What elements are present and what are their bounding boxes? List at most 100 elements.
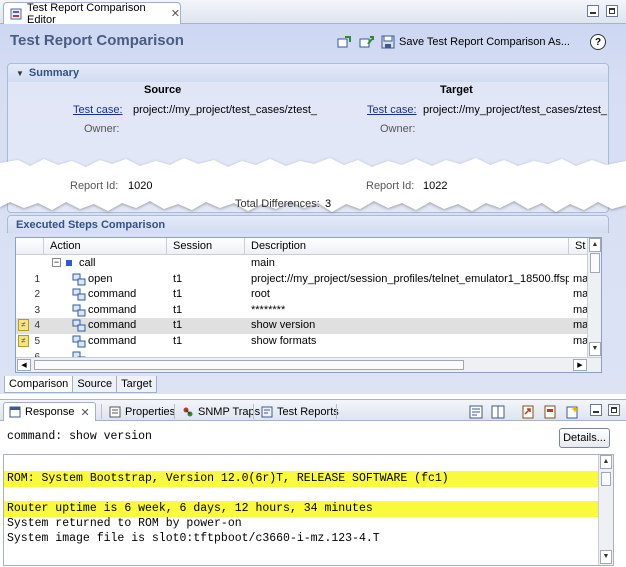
- column-header-description[interactable]: Description: [245, 238, 569, 255]
- tab-test-reports-label: Test Reports: [277, 405, 339, 418]
- step-session: t1: [173, 288, 183, 301]
- word-wrap-icon[interactable]: [468, 404, 484, 420]
- source-heading: Source: [144, 84, 182, 96]
- scroll-up-icon[interactable]: ▲: [600, 455, 612, 469]
- call-block-icon: [66, 260, 72, 266]
- console-icon: [9, 406, 21, 418]
- test-reports-icon: [261, 406, 273, 417]
- horizontal-scrollbar[interactable]: ◀ ▶: [16, 357, 601, 372]
- previous-difference-icon[interactable]: [336, 34, 352, 50]
- source-test-case-value: project://my_project/test_cases/ztest_: [133, 104, 318, 116]
- table-row[interactable]: ≠ 4 command t1 show version ma: [16, 318, 589, 334]
- table-row[interactable]: 3 command t1 ******** ma: [16, 303, 589, 319]
- step-action: command: [88, 319, 137, 332]
- step-session: t1: [173, 335, 183, 347]
- properties-icon: [109, 406, 121, 417]
- table-row[interactable]: ≠ 5 command t1 show formats ma: [16, 334, 589, 350]
- step-action: command: [88, 303, 137, 316]
- source-report-id-label: Report Id:: [70, 180, 119, 192]
- maximize-button[interactable]: [606, 5, 618, 17]
- tab-target[interactable]: Target: [116, 376, 157, 393]
- split-view-icon[interactable]: [490, 404, 506, 420]
- details-button[interactable]: Details...: [559, 428, 610, 448]
- scroll-right-icon[interactable]: ▶: [573, 359, 587, 371]
- export-response-icon[interactable]: [520, 404, 536, 420]
- row-number: 2: [34, 289, 40, 301]
- total-differences-value: 3: [325, 198, 332, 210]
- table-header: Action Session Description St: [16, 238, 589, 255]
- step-session: t1: [173, 319, 183, 332]
- tab-source[interactable]: Source: [72, 376, 118, 393]
- summary-title: Summary: [28, 67, 80, 79]
- editor-tab-bar: Test Report Comparison Editor ✕: [0, 0, 626, 26]
- page-title: Test Report Comparison: [10, 32, 184, 49]
- source-report-id-value: 1020: [128, 180, 153, 192]
- editor-tab-label: Test Report Comparison Editor: [27, 1, 146, 26]
- vertical-scrollbar[interactable]: ▲ ▼: [587, 238, 601, 358]
- column-header-session[interactable]: Session: [167, 238, 245, 255]
- step-description: root: [251, 288, 270, 301]
- save-as-label: Save Test Report Comparison As...: [399, 36, 570, 48]
- response-command: command: show version: [7, 430, 152, 443]
- output-line: ROM: System Bootstrap, Version 12.0(6r)T…: [4, 471, 600, 487]
- close-icon[interactable]: ✕: [81, 406, 90, 419]
- minimize-button[interactable]: [587, 5, 599, 17]
- column-header-status[interactable]: St: [569, 238, 589, 255]
- editor-page-tabs: Comparison Source Target: [4, 376, 157, 393]
- step-action: command: [88, 335, 137, 347]
- steps-section: Executed Steps Comparison Action Session…: [7, 215, 609, 375]
- scroll-thumb[interactable]: [590, 253, 600, 273]
- collapse-toggle-icon[interactable]: −: [52, 258, 61, 267]
- new-response-icon[interactable]: [564, 404, 580, 420]
- scroll-thumb[interactable]: [601, 472, 611, 486]
- response-output[interactable]: ROM: System Bootstrap, Version 12.0(6r)T…: [3, 454, 614, 566]
- tab-snmp-traps[interactable]: SNMP Traps: [177, 402, 265, 421]
- scroll-down-icon[interactable]: ▼: [600, 550, 612, 564]
- step-description: show version: [251, 319, 316, 332]
- collapse-triangle-icon: ▼: [16, 68, 24, 78]
- source-test-case-link[interactable]: Test case:: [73, 104, 123, 116]
- editor-tab[interactable]: Test Report Comparison Editor ✕: [3, 1, 181, 26]
- scroll-up-icon[interactable]: ▲: [589, 238, 601, 252]
- report-editor-icon: [10, 8, 22, 19]
- tab-snmp-traps-label: SNMP Traps: [198, 405, 261, 418]
- summary-section-header[interactable]: ▼ Summary: [8, 64, 608, 82]
- output-line: System image file is slot0:tftpboot/c366…: [7, 532, 380, 545]
- maximize-button[interactable]: [608, 404, 620, 416]
- tab-properties[interactable]: Properties: [104, 402, 180, 421]
- scroll-down-icon[interactable]: ▼: [589, 342, 601, 356]
- row-number: 4: [34, 320, 40, 332]
- table-row[interactable]: 1 open t1 project://my_project/session_prof…: [16, 272, 589, 288]
- step-description: project://my_project/session_profiles/te…: [251, 272, 569, 285]
- save-as-button[interactable]: Save Test Report Comparison As...: [380, 34, 570, 50]
- row-number: 5: [34, 336, 40, 347]
- help-button[interactable]: ?: [590, 34, 606, 50]
- steps-section-header: Executed Steps Comparison: [7, 215, 609, 233]
- step-description: show formats: [251, 335, 317, 347]
- source-owner-label: Owner:: [84, 123, 120, 135]
- target-test-case-link[interactable]: Test case:: [367, 104, 417, 116]
- table-row[interactable]: 2 command t1 root ma: [16, 287, 589, 303]
- tab-response[interactable]: Response ✕: [3, 402, 96, 421]
- step-action: command: [88, 288, 137, 301]
- close-icon[interactable]: ✕: [171, 7, 180, 20]
- tab-test-reports[interactable]: Test Reports: [256, 402, 344, 421]
- step-action: open: [88, 272, 113, 285]
- table-row[interactable]: − call main: [16, 256, 589, 272]
- snmp-traps-icon: [183, 407, 193, 416]
- minimize-button[interactable]: [590, 404, 602, 416]
- response-view: command: show version Details... ROM: Sy…: [0, 421, 626, 567]
- step-session: t1: [173, 272, 183, 285]
- tab-comparison[interactable]: Comparison: [4, 376, 74, 393]
- compare-response-icon[interactable]: [542, 404, 558, 420]
- scroll-left-icon[interactable]: ◀: [17, 359, 31, 371]
- next-difference-icon[interactable]: [358, 34, 374, 50]
- output-line: Router uptime is 6 week, 6 days, 12 hour…: [4, 501, 600, 517]
- vertical-scrollbar[interactable]: ▲ ▼: [598, 455, 613, 565]
- steps-table[interactable]: Action Session Description St − call main 1…: [15, 237, 602, 373]
- total-differences-label: Total Differences:: [235, 198, 320, 210]
- hscroll-thumb[interactable]: [34, 360, 464, 370]
- target-owner-label: Owner:: [380, 123, 416, 135]
- steps-title: Executed Steps Comparison: [16, 218, 166, 231]
- column-header-action[interactable]: Action: [44, 238, 167, 255]
